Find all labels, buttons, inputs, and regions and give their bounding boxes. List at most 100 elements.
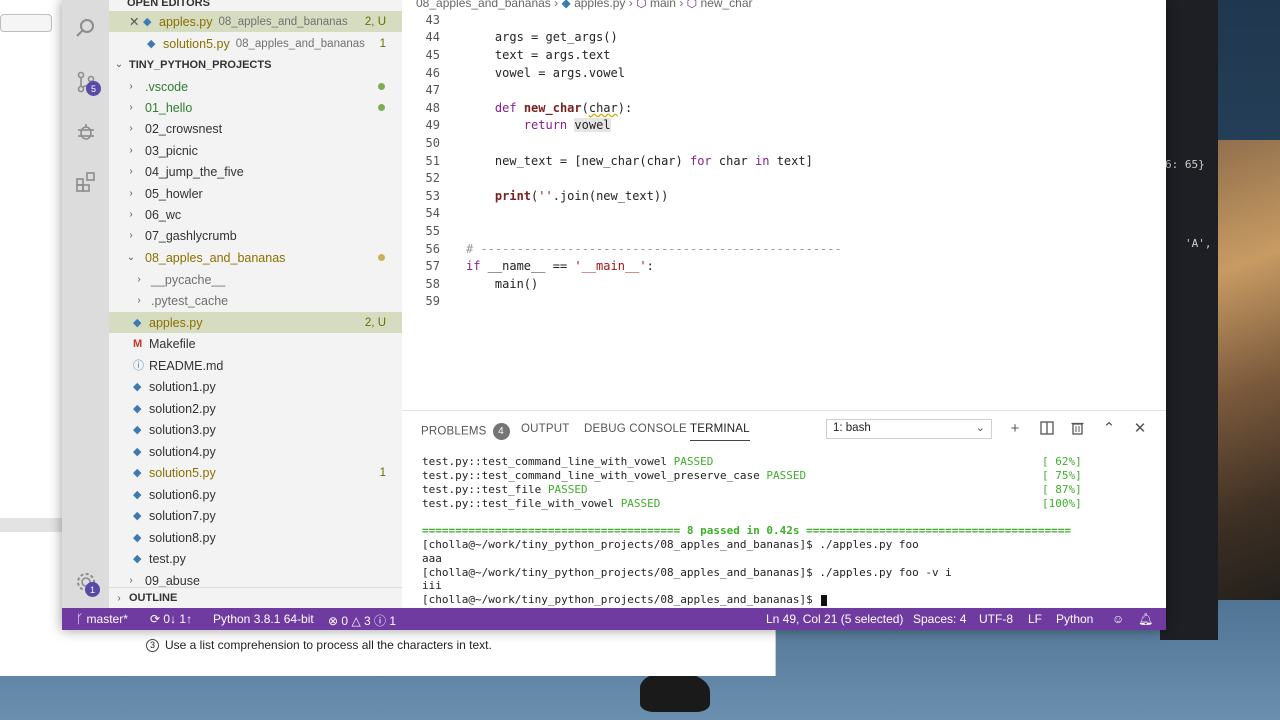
language-mode[interactable]: Python	[1056, 612, 1093, 626]
folder-item[interactable]: › 07_gashlycrumb	[109, 225, 402, 246]
explorer-sidebar: OPEN EDITORS ✕ ◆ apples.py 08_apples_and…	[109, 0, 402, 608]
terminal-output: iii	[422, 579, 442, 592]
end-of-line[interactable]: LF	[1028, 612, 1042, 626]
python-file-icon: ◆	[133, 402, 142, 415]
terminal-prompt-line[interactable]: [cholla@~/work/tiny_python_projects/08_a…	[422, 593, 828, 606]
file-item[interactable]: ◆ solution1.py	[109, 376, 402, 397]
file-item[interactable]: ◆ test.py	[109, 548, 402, 569]
feedback-icon[interactable]: ☺	[1112, 612, 1124, 626]
python-file-icon: ◆	[133, 488, 142, 501]
line-number: 48	[425, 101, 440, 115]
close-icon[interactable]: ✕	[129, 14, 143, 29]
file-item[interactable]: M Makefile	[109, 333, 402, 354]
tab-terminal[interactable]: TERMINAL	[690, 423, 750, 441]
python-file-icon: ◆	[133, 316, 142, 329]
git-sync[interactable]: ⟳ 0↓ 1↑	[150, 612, 192, 626]
line-number: 47	[425, 83, 440, 97]
folder-item[interactable]: › 01_hello	[109, 97, 402, 118]
terminal-cursor	[821, 594, 828, 606]
breadcrumb-item[interactable]: apples.py	[574, 0, 625, 10]
terminal-line: test.py::test_command_line_with_vowel_pr…	[422, 469, 807, 482]
search-icon[interactable]	[74, 16, 98, 40]
project-header[interactable]: ⌄ TINY_PYTHON_PROJECTS	[109, 54, 402, 75]
line-number: 49	[425, 118, 440, 132]
maximize-panel-icon[interactable]: ⌃	[1100, 419, 1118, 437]
file-name: solution2.py	[149, 401, 216, 416]
file-item[interactable]: ◆ solution2.py	[109, 398, 402, 419]
tab-debug-console[interactable]: DEBUG CONSOLE	[584, 423, 687, 435]
breadcrumb-item[interactable]: main	[650, 0, 676, 10]
chevron-right-icon: ›	[117, 592, 121, 604]
plus-icon[interactable]: +	[1006, 419, 1024, 437]
folder-item[interactable]: › 06_wc	[109, 204, 402, 225]
folder-item[interactable]: › .vscode	[109, 76, 402, 97]
code-line: 49 return vowel	[402, 118, 611, 136]
chevron-down-icon: ⌄	[126, 252, 136, 263]
python-interpreter[interactable]: Python 3.8.1 64-bit	[213, 612, 314, 626]
file-name: apples.py	[149, 315, 203, 330]
code-text: if __name__ == '__main__':	[466, 259, 654, 273]
file-item[interactable]: ⓘ README.md	[109, 355, 402, 376]
tab-output[interactable]: OUTPUT	[521, 423, 569, 435]
folder-item-expanded[interactable]: ⌄ 08_apples_and_bananas	[109, 247, 402, 268]
open-editor-item[interactable]: ◆ solution5.py 08_apples_and_bananas 1	[109, 33, 402, 54]
breadcrumb-item[interactable]: new_char	[700, 0, 752, 10]
search-field	[0, 14, 52, 32]
file-item[interactable]: ◆ solution3.py	[109, 419, 402, 440]
line-number: 46	[425, 66, 440, 80]
line-number: 51	[425, 154, 440, 168]
file-item[interactable]: ◆ solution8.py	[109, 527, 402, 548]
line-number: 44	[425, 30, 440, 44]
code-text: vowel = args.vowel	[466, 66, 625, 80]
trash-icon[interactable]	[1068, 419, 1086, 437]
code-line: 48 def new_char(char):	[402, 101, 633, 119]
subfolder-item[interactable]: › __pycache__	[109, 269, 402, 290]
folder-item[interactable]: › 02_crowsnest	[109, 118, 402, 139]
code-line: 53 print(''.join(new_text))	[402, 189, 669, 207]
debug-icon[interactable]	[74, 119, 98, 143]
code-editor[interactable]: 08_apples_and_bananas › ◆ apples.py › ⬡ …	[402, 0, 1166, 410]
folder-item[interactable]: › 05_howler	[109, 183, 402, 204]
chevron-right-icon: ›	[129, 209, 133, 220]
file-name: solution8.py	[149, 530, 216, 545]
sync-icon: ⟳	[150, 612, 161, 626]
folder-name: .vscode	[145, 79, 189, 94]
extensions-icon[interactable]	[74, 170, 98, 194]
split-terminal-icon[interactable]	[1038, 419, 1056, 437]
test-progress: [ 62%]	[1042, 455, 1082, 468]
file-item-active[interactable]: ◆ apples.py 2, U	[109, 312, 402, 333]
file-item[interactable]: ◆ solution7.py	[109, 505, 402, 526]
breadcrumb-item[interactable]: 08_apples_and_bananas	[416, 0, 551, 10]
folder-item[interactable]: › 03_picnic	[109, 140, 402, 161]
notification-bell-icon[interactable]: 🔔︎	[1138, 612, 1153, 626]
file-item[interactable]: ◆ solution6.py	[109, 484, 402, 505]
python-file-icon: ◆	[561, 0, 571, 10]
open-editor-item[interactable]: ✕ ◆ apples.py 08_apples_and_bananas 2, U	[109, 11, 402, 32]
cursor-position[interactable]: Ln 49, Col 21 (5 selected)	[766, 612, 903, 626]
line-number: 57	[425, 259, 440, 273]
tab-problems[interactable]: PROBLEMS 4	[421, 423, 510, 440]
folder-item[interactable]: › 04_jump_the_five	[109, 161, 402, 182]
subfolder-item[interactable]: › .pytest_cache	[109, 290, 402, 311]
git-branch[interactable]: ᚴ master*	[76, 612, 128, 626]
close-panel-icon[interactable]: ✕	[1131, 419, 1149, 437]
file-name: solution7.py	[149, 508, 216, 523]
terminal-selector[interactable]: 1: bash ⌄	[826, 419, 992, 439]
line-number: 59	[425, 294, 440, 308]
outline-header[interactable]: › OUTLINE	[109, 587, 402, 608]
code-line: 50	[402, 136, 440, 154]
encoding[interactable]: UTF-8	[979, 612, 1013, 626]
file-item[interactable]: ◆ solution5.py 1	[109, 462, 402, 483]
bottom-panel: PROBLEMS 4 OUTPUT DEBUG CONSOLE TERMINAL …	[402, 410, 1166, 608]
open-editor-badge: 2, U	[364, 15, 386, 28]
outline-label: OUTLINE	[129, 592, 178, 604]
indentation[interactable]: Spaces: 4	[913, 612, 966, 626]
terminal-line: [cholla@~/work/tiny_python_projects/08_a…	[422, 566, 952, 579]
chevron-right-icon: ›	[129, 81, 133, 92]
python-file-icon: ◆	[133, 552, 142, 565]
git-status-dot	[378, 83, 385, 90]
info-icon: ⓘ	[374, 614, 387, 628]
file-item[interactable]: ◆ solution4.py	[109, 441, 402, 462]
line-number: 55	[425, 224, 440, 238]
problems-summary[interactable]: ⊗ 0 △ 3 ⓘ 1	[328, 612, 396, 629]
